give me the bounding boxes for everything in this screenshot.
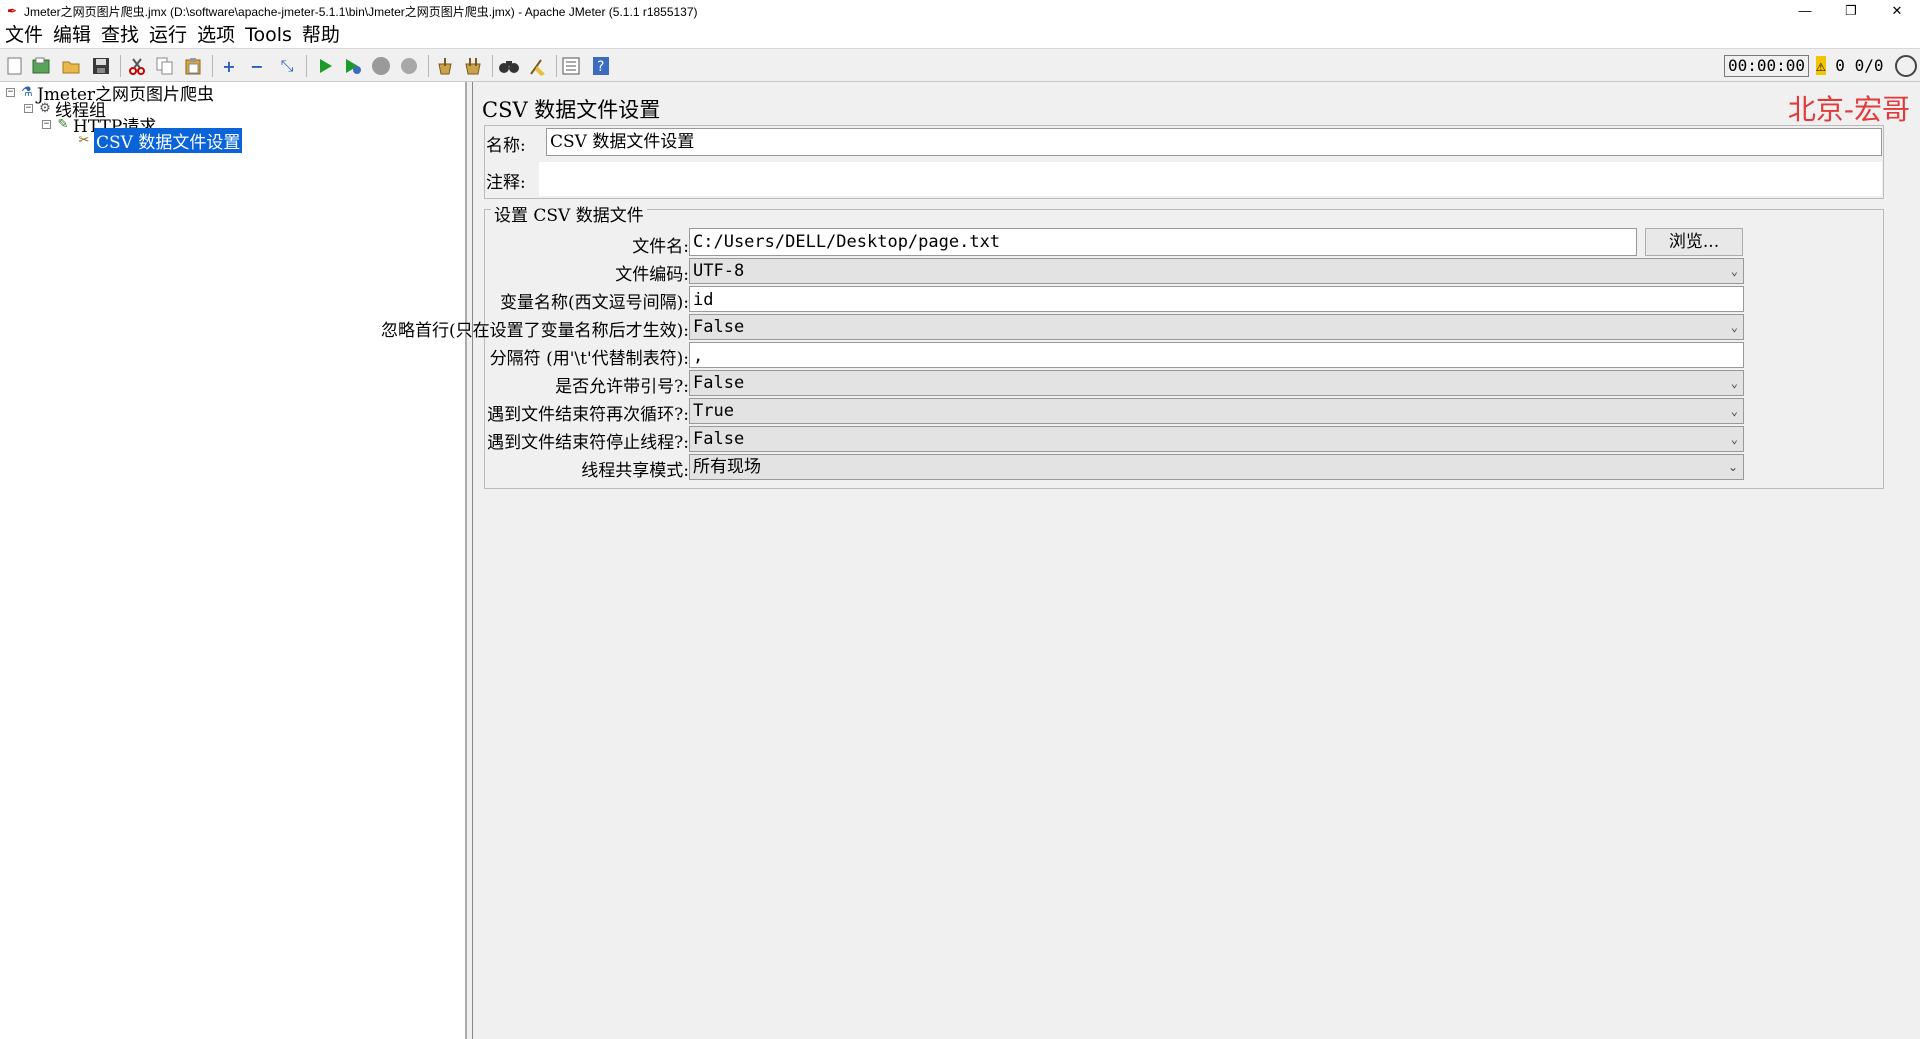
ignore-first-line-select[interactable]: False ⌄ (689, 314, 1744, 340)
start-no-pause-icon[interactable] (342, 55, 364, 77)
delimiter-input[interactable]: , (689, 342, 1744, 368)
title-bar: ✒ Jmeter之网页图片爬虫.jmx (D:\software\apache-… (0, 0, 1920, 22)
chevron-down-icon: ⌄ (1730, 432, 1738, 446)
menu-file[interactable]: 文件 (0, 22, 48, 48)
stop-thread-on-eof-value: False (693, 429, 745, 449)
recycle-on-eof-value: True (693, 401, 734, 421)
start-icon[interactable] (314, 55, 336, 77)
recycle-on-eof-label: 遇到文件结束符再次循环?: (487, 405, 689, 425)
menu-bar: 文件 编辑 查找 运行 选项 Tools 帮助 (0, 22, 1920, 48)
scissors-icon: ✂ (78, 132, 90, 148)
toolbar: + − ⤡ ? 00:00:00 ⚠ 0 0/0 (0, 48, 1920, 82)
collapse-toggle[interactable]: − (42, 119, 51, 129)
name-input[interactable]: CSV 数据文件设置 (546, 128, 1882, 156)
chevron-down-icon: ⌄ (1727, 460, 1738, 474)
window-controls: — ❐ ✕ (1782, 0, 1920, 22)
elapsed-timer: 00:00:00 (1724, 55, 1810, 77)
warning-indicator[interactable]: ⚠ 0 0/0 (1816, 55, 1883, 77)
cut-icon[interactable] (126, 55, 148, 77)
chevron-down-icon: ⌄ (1730, 404, 1738, 418)
pipette-icon: ✎ (57, 116, 69, 132)
templates-icon[interactable] (30, 55, 52, 77)
gear-icon: ⚙ (39, 100, 51, 116)
copy-icon[interactable] (154, 55, 176, 77)
warning-icon: ⚠ (1816, 56, 1826, 75)
comment-label: 注释: (486, 173, 526, 193)
csv-settings-title: 设置 CSV 数据文件 (491, 201, 647, 226)
sharing-mode-select[interactable]: 所有现场 ⌄ (689, 454, 1744, 480)
clear-all-icon[interactable] (462, 55, 484, 77)
comment-input[interactable] (539, 162, 1882, 196)
thread-count: 0/0 (1854, 56, 1884, 75)
ignore-first-line-label: 忽略首行(只在设置了变量名称后才生效): (381, 321, 689, 341)
delimiter-label: 分隔符 (用'\t'代替制表符): (489, 349, 689, 369)
stop-thread-on-eof-select[interactable]: False ⌄ (689, 426, 1744, 452)
allow-quoted-label: 是否允许带引号?: (555, 377, 689, 397)
open-icon[interactable] (60, 55, 82, 77)
warning-count: 0 (1835, 56, 1845, 75)
shutdown-icon[interactable] (398, 55, 420, 77)
chevron-down-icon: ⌄ (1730, 264, 1738, 278)
menu-run[interactable]: 运行 (144, 22, 192, 48)
encoding-label: 文件编码: (615, 265, 689, 285)
jmeter-feather-icon: ✒ (6, 4, 18, 18)
recycle-on-eof-select[interactable]: True ⌄ (689, 398, 1744, 424)
test-plan-icon: ⚗ (21, 84, 33, 100)
menu-options[interactable]: 选项 (192, 22, 240, 48)
restore-button[interactable]: ❐ (1828, 0, 1874, 22)
expand-icon[interactable]: + (218, 55, 240, 77)
stop-icon[interactable] (370, 55, 392, 77)
collapse-toggle[interactable]: − (6, 87, 15, 97)
remote-status-icon[interactable] (1895, 55, 1917, 77)
clear-icon[interactable] (434, 55, 456, 77)
panel-title: CSV 数据文件设置 (482, 98, 661, 122)
stop-thread-on-eof-label: 遇到文件结束符停止线程?: (487, 433, 689, 453)
chevron-down-icon: ⌄ (1730, 320, 1738, 334)
allow-quoted-value: False (693, 373, 745, 393)
help-icon[interactable]: ? (590, 55, 612, 77)
collapse-icon[interactable]: − (246, 55, 268, 77)
chevron-down-icon: ⌄ (1730, 376, 1738, 390)
save-icon[interactable] (90, 55, 112, 77)
encoding-select[interactable]: UTF-8 ⌄ (689, 258, 1744, 284)
varnames-input[interactable]: id (689, 286, 1744, 312)
paste-icon[interactable] (182, 55, 204, 77)
window-title: Jmeter之网页图片爬虫.jmx (D:\software\apache-jm… (24, 4, 698, 19)
sharing-mode-value: 所有现场 (693, 457, 761, 477)
browse-button[interactable]: 浏览... (1645, 228, 1743, 256)
filename-label: 文件名: (632, 237, 689, 257)
config-panel: CSV 数据文件设置 北京-宏哥 名称: CSV 数据文件设置 注释: 设置 C… (381, 82, 1920, 1039)
test-plan-tree: − ⚗ Jmeter之网页图片爬虫 − ⚙ 线程组 − ✎ HTTP请求 ✂ C… (0, 82, 466, 1039)
menu-search[interactable]: 查找 (96, 22, 144, 48)
varnames-label: 变量名称(西文逗号间隔): (500, 293, 689, 313)
new-icon[interactable] (4, 55, 26, 77)
sharing-mode-label: 线程共享模式: (581, 461, 689, 481)
reset-search-icon[interactable] (526, 55, 548, 77)
menu-edit[interactable]: 编辑 (48, 22, 96, 48)
allow-quoted-select[interactable]: False ⌄ (689, 370, 1744, 396)
function-helper-icon[interactable] (560, 55, 582, 77)
toggle-icon[interactable]: ⤡ (276, 55, 298, 77)
search-icon[interactable] (498, 55, 520, 77)
close-button[interactable]: ✕ (1874, 0, 1920, 22)
menu-tools[interactable]: Tools (240, 22, 297, 48)
svg-text:?: ? (597, 59, 604, 75)
name-label: 名称: (486, 136, 526, 156)
tree-node-test-plan[interactable]: − ⚗ Jmeter之网页图片爬虫 (6, 84, 214, 105)
watermark-text: 北京-宏哥 (1787, 93, 1910, 126)
collapse-toggle[interactable]: − (24, 103, 33, 113)
tree-node-label: CSV 数据文件设置 (94, 127, 243, 153)
ignore-first-line-value: False (693, 317, 745, 337)
encoding-value: UTF-8 (693, 261, 745, 281)
menu-help[interactable]: 帮助 (297, 22, 345, 48)
filename-input[interactable]: C:/Users/DELL/Desktop/page.txt (689, 228, 1637, 256)
tree-node-csv-config[interactable]: ✂ CSV 数据文件设置 (76, 127, 243, 153)
minimize-button[interactable]: — (1782, 0, 1828, 22)
